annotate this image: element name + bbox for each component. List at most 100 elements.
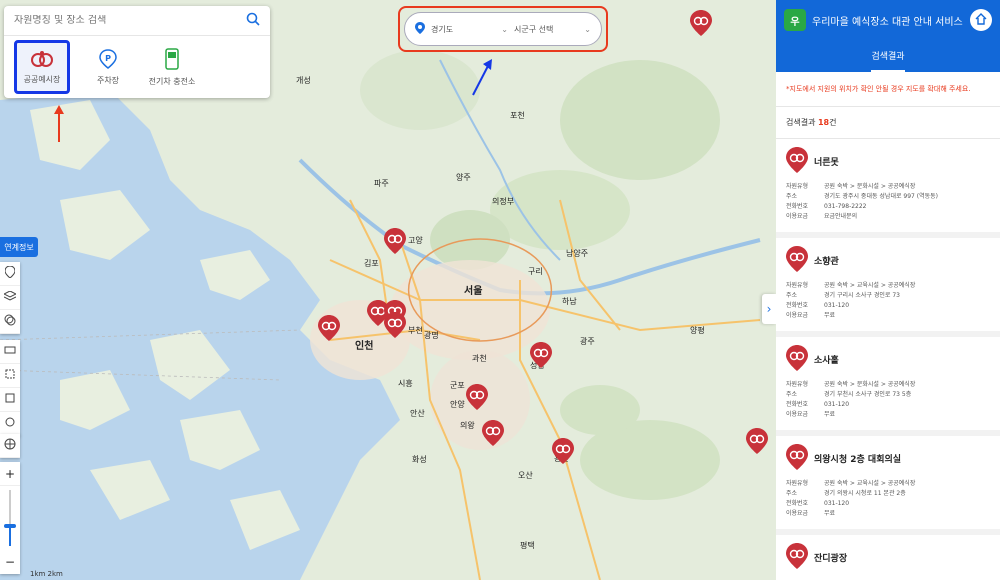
chevron-down-icon: ⌄ bbox=[501, 24, 508, 34]
area-tool[interactable] bbox=[0, 364, 20, 388]
venue-detail-row: 주소 경기 의왕시 시청로 11 본관 2층 bbox=[786, 489, 990, 499]
venue-marker[interactable] bbox=[530, 342, 552, 371]
detail-value: 031-120 bbox=[824, 302, 850, 309]
linked-info-button[interactable]: 연계정보 bbox=[0, 237, 38, 257]
detail-value: 요금안내문의 bbox=[824, 213, 858, 220]
map-label-seoul: 서울 bbox=[464, 286, 483, 297]
venue-marker[interactable] bbox=[552, 438, 574, 467]
location-tool[interactable] bbox=[0, 262, 20, 286]
detail-value: 무료 bbox=[824, 411, 836, 418]
venue-name[interactable]: 의왕시청 2층 대회의실 bbox=[814, 452, 901, 465]
venue-marker-icon bbox=[384, 228, 406, 254]
venue-marker-icon bbox=[746, 428, 768, 454]
map-label-hanam: 하남 bbox=[562, 297, 577, 306]
category-row: 공공예시장 P 주차장 전기차 충전소 bbox=[4, 36, 270, 98]
detail-value: 031-120 bbox=[824, 500, 850, 507]
count-suffix: 건 bbox=[829, 118, 837, 127]
service-logo-icon: 우 bbox=[784, 9, 806, 31]
venue-marker[interactable] bbox=[690, 10, 712, 39]
chevron-down-icon: ⌄ bbox=[584, 24, 591, 34]
map-scale: 1km 2km bbox=[30, 570, 63, 578]
search-input[interactable] bbox=[14, 15, 246, 26]
venue-detail-row: 이용요금 요금안내문의 bbox=[786, 212, 990, 222]
category-parking[interactable]: P 주차장 bbox=[82, 40, 134, 94]
card-header: 너른못 bbox=[786, 147, 990, 176]
search-row bbox=[4, 6, 270, 36]
venue-detail-row: 전화번호 031-120 bbox=[786, 400, 990, 410]
layers-tool[interactable] bbox=[0, 286, 20, 310]
circle-tool[interactable] bbox=[0, 412, 20, 436]
map-label-anyang: 안양 bbox=[450, 400, 465, 409]
result-card[interactable]: 너른못 자원유형 공원 숙박 > 문화시설 > 공공예식장 주소 경기도 광주시 중대동… bbox=[776, 139, 1000, 238]
detail-key: 자원유형 bbox=[786, 480, 809, 487]
venue-marker[interactable] bbox=[746, 428, 768, 457]
map-label-yangpyeong: 양평 bbox=[690, 326, 705, 335]
layers-icon bbox=[2, 290, 18, 304]
zoom-out-button[interactable]: − bbox=[0, 550, 20, 574]
compass-tool[interactable] bbox=[0, 434, 20, 458]
overlay-tool[interactable] bbox=[0, 310, 20, 334]
venue-name[interactable]: 너른못 bbox=[814, 155, 839, 168]
venue-marker[interactable] bbox=[318, 315, 340, 344]
venue-detail-row: 주소 경기 구리시 소사구 경인로 73 bbox=[786, 291, 990, 301]
detail-value: 공원 숙박 > 문화시설 > 공공예식장 bbox=[824, 183, 916, 190]
zoom-slider[interactable] bbox=[0, 486, 20, 550]
zoom-slider-handle[interactable] bbox=[4, 524, 16, 528]
detail-value: 경기도 광주시 중대동 성남대로 997 (역동동) bbox=[824, 193, 938, 200]
location-pin-icon bbox=[415, 22, 425, 36]
zoom-control: + − bbox=[0, 462, 20, 574]
ruler-icon bbox=[4, 345, 16, 358]
circle-icon bbox=[5, 417, 15, 430]
category-ev-charger[interactable]: 전기차 충전소 bbox=[146, 40, 198, 94]
result-card[interactable]: 소사홀 자원유형 공원 숙박 > 문화시설 > 공공예식장 주소 경기 부천시 소사구 … bbox=[776, 337, 1000, 436]
venue-marker-icon bbox=[786, 444, 808, 473]
map-label-uijeongbu: 의정부 bbox=[492, 197, 515, 206]
result-list: 너른못 자원유형 공원 숙박 > 문화시설 > 공공예식장 주소 경기도 광주시 중대동… bbox=[776, 139, 1000, 579]
venue-detail-row: 자원유형 공원 숙박 > 교육시설 > 공공예식장 bbox=[786, 281, 990, 291]
venue-marker-icon bbox=[786, 246, 808, 275]
venue-marker-icon bbox=[552, 438, 574, 464]
venue-marker[interactable] bbox=[466, 384, 488, 413]
venue-name[interactable]: 소사홀 bbox=[814, 353, 839, 366]
result-card[interactable]: 소향관자원유형 공원 숙박 > 교육시설 > 공공예식장 주소 경기 구리시 소사구 … bbox=[776, 238, 1000, 337]
detail-key: 전화번호 bbox=[786, 203, 809, 210]
category-label: 전기차 충전소 bbox=[148, 76, 196, 86]
venue-detail-row: 전화번호 031-120 bbox=[786, 499, 990, 509]
venue-name[interactable]: 잔디광장 bbox=[814, 551, 847, 564]
sido-select[interactable]: 경기도 ⌄ bbox=[431, 24, 508, 35]
map-view[interactable]: 개성 파주 고양 김포 서울 인천 구리 남양주 하남 성남 안양 과천 용인 … bbox=[0, 0, 776, 580]
map-label-paju: 파주 bbox=[374, 179, 389, 188]
venue-marker[interactable] bbox=[384, 312, 406, 341]
detail-value: 무료 bbox=[824, 312, 836, 319]
detail-key: 자원유형 bbox=[786, 381, 809, 388]
detail-key: 이용요금 bbox=[786, 312, 809, 319]
zoom-in-button[interactable]: + bbox=[0, 462, 20, 486]
search-icon[interactable] bbox=[246, 12, 260, 29]
map-label-goyang: 고양 bbox=[408, 236, 423, 245]
detail-value: 공원 숙박 > 교육시설 > 공공예식장 bbox=[824, 480, 916, 487]
result-card[interactable]: 의왕시청 2층 대회의실자원유형 공원 숙박 > 교육시설 > 공공예식장주소 경기… bbox=[776, 436, 1000, 535]
map-label-incheon: 인천 bbox=[355, 341, 374, 352]
venue-marker[interactable] bbox=[482, 420, 504, 449]
map-label-ansan: 안산 bbox=[410, 409, 425, 418]
ruler-tool[interactable] bbox=[0, 340, 20, 364]
panel-toggle-button[interactable]: › bbox=[762, 294, 776, 324]
home-button[interactable] bbox=[970, 9, 992, 31]
venue-marker-icon bbox=[466, 384, 488, 410]
left-toolbar: 연계정보 bbox=[0, 237, 38, 257]
category-label: 공공예시장 bbox=[23, 74, 61, 84]
plus-icon: + bbox=[4, 466, 16, 481]
tab-search-results[interactable]: 검색결과 bbox=[871, 49, 905, 72]
map-label-gunpo: 군포 bbox=[450, 381, 465, 390]
count-prefix: 검색결과 bbox=[786, 118, 818, 127]
map-label-gwangmyeong: 광명 bbox=[424, 331, 439, 340]
result-card[interactable]: 잔디광장 bbox=[776, 535, 1000, 579]
venue-marker[interactable] bbox=[384, 228, 406, 257]
detail-value: 무료 bbox=[824, 510, 836, 517]
panel-header: 우 우리마을 예식장소 대관 안내 서비스 bbox=[776, 0, 1000, 40]
detail-value: 경기 구리시 소사구 경인로 73 bbox=[824, 292, 900, 299]
category-public-venue[interactable]: 공공예시장 bbox=[14, 40, 70, 94]
rectangle-tool[interactable] bbox=[0, 388, 20, 412]
venue-name[interactable]: 소향관 bbox=[814, 254, 839, 267]
sigungu-select[interactable]: 시군구 선택 ⌄ bbox=[514, 24, 591, 35]
